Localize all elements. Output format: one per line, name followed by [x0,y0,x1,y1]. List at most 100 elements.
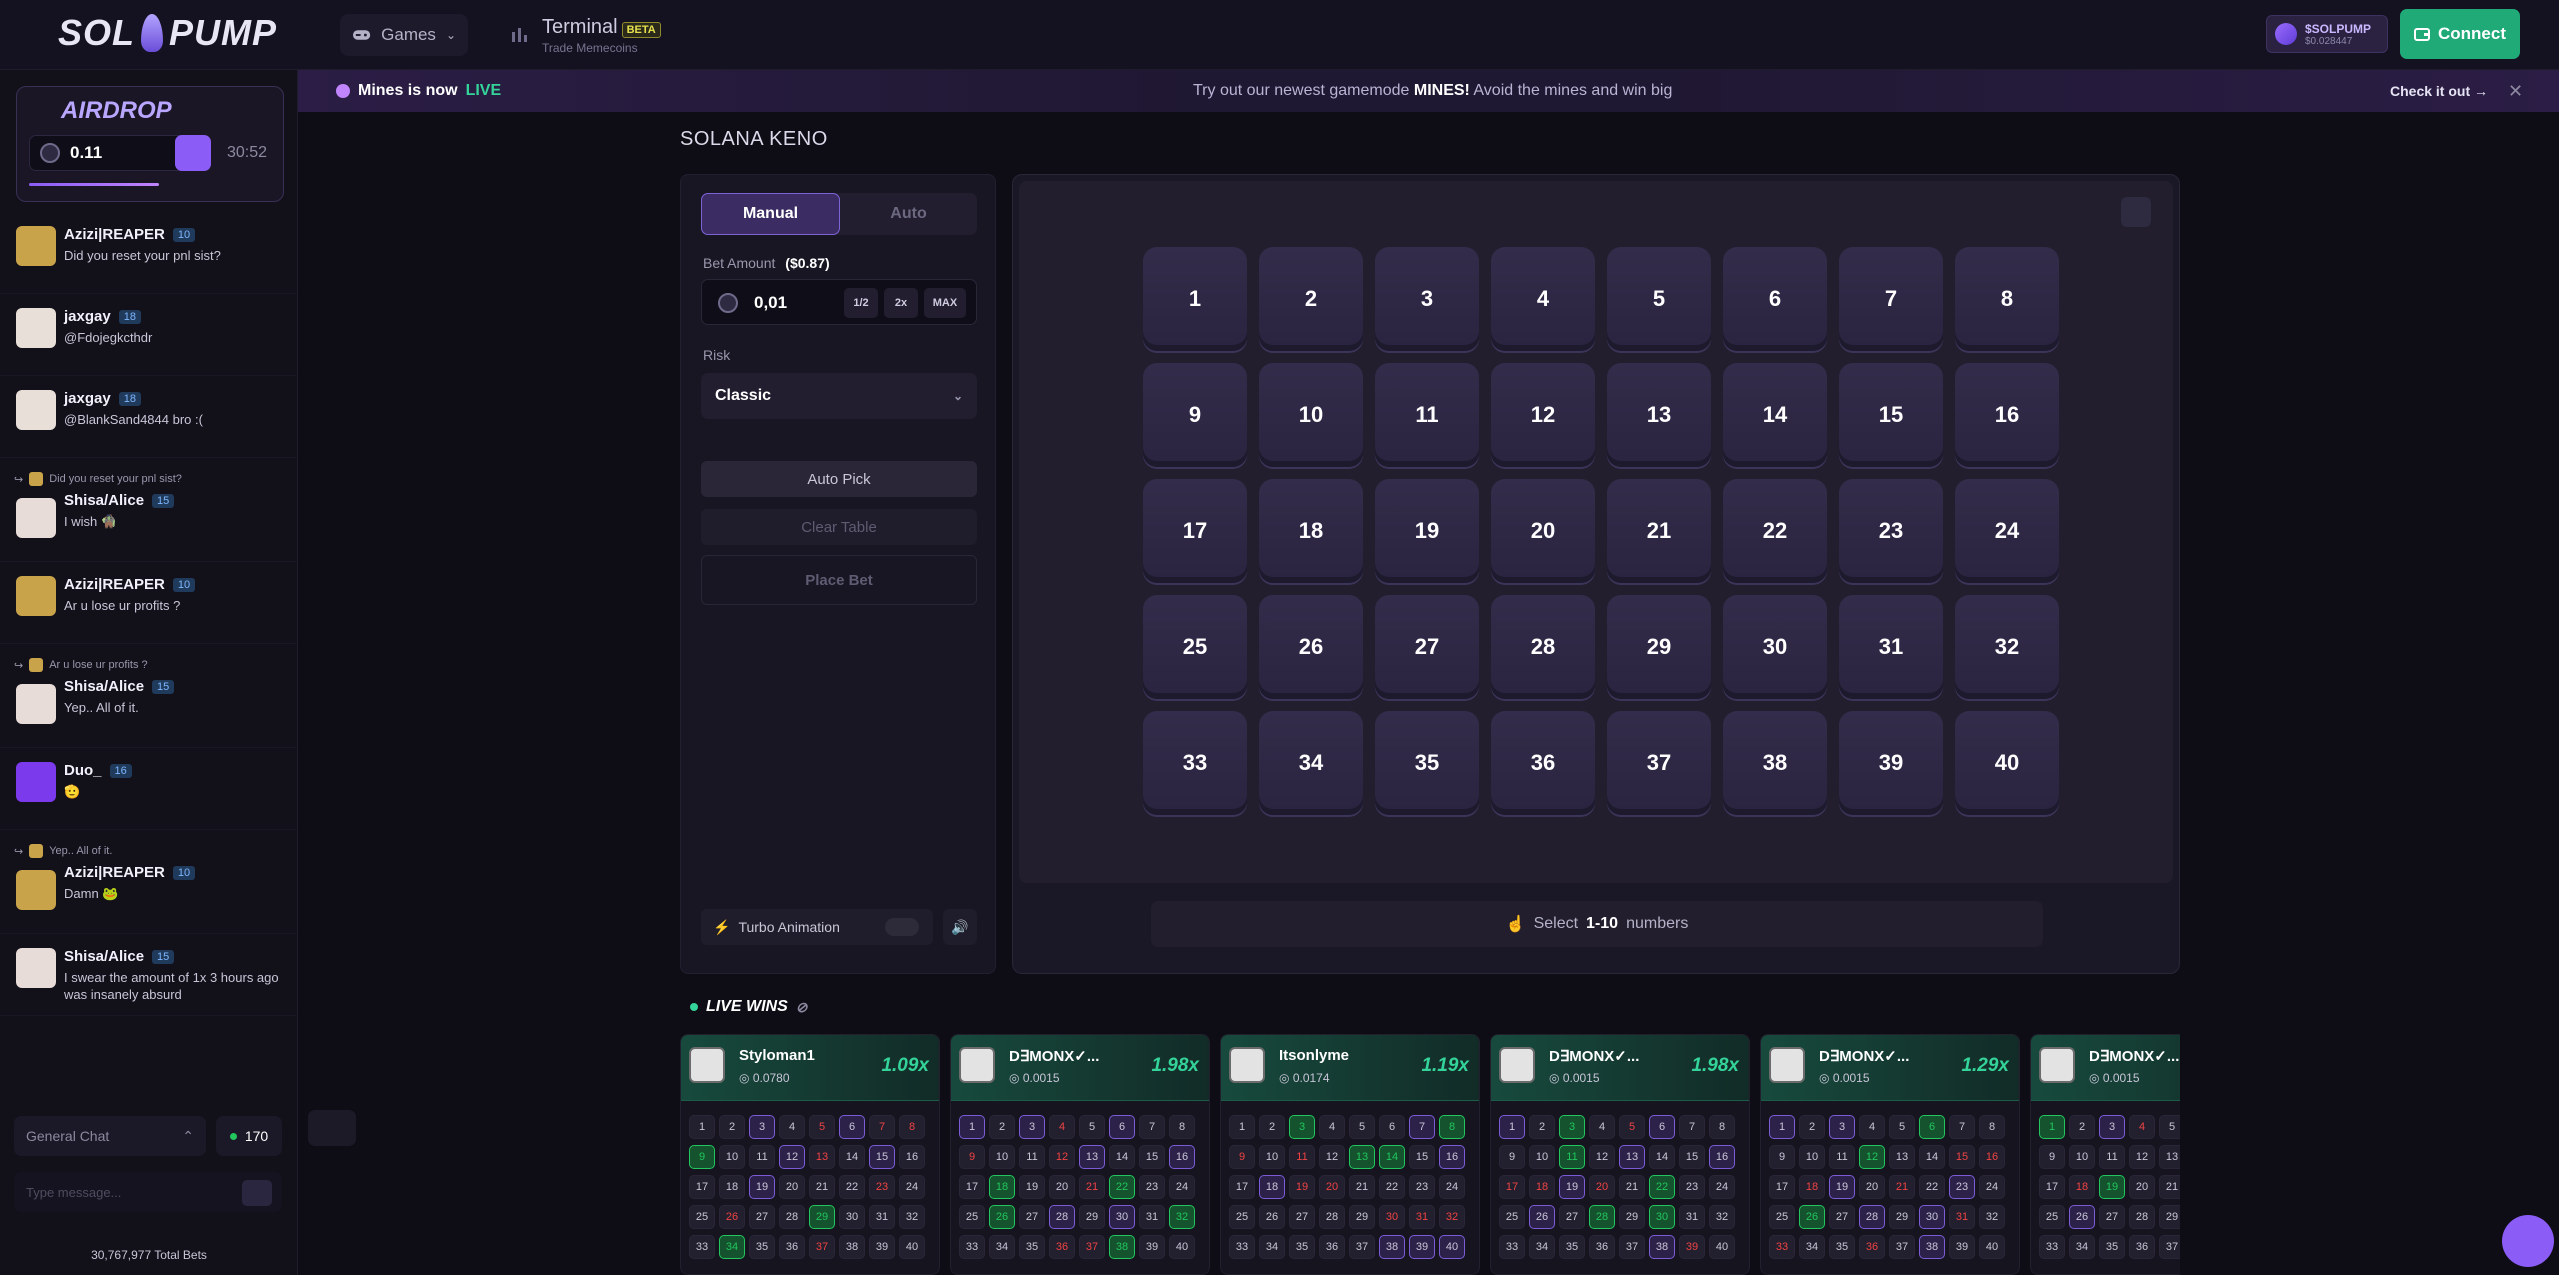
chat-username[interactable]: Shisa/Alice [64,948,144,965]
keno-tile[interactable]: 22 [1723,479,1827,583]
keno-tile[interactable]: 3 [1375,247,1479,351]
keno-tile[interactable]: 15 [1839,363,1943,467]
live-win-card[interactable]: Styloman1 ◎ 0.0780 1.09x 1 2 3 4 5 6 7 8 9 10 11 12 13 1… [680,1034,940,1275]
risk-select[interactable]: Classic ⌄ [701,373,977,419]
mini-tile: 19 [1559,1175,1585,1199]
sound-icon[interactable]: 🔊 [943,909,977,945]
keno-tile[interactable]: 18 [1259,479,1363,583]
mini-tile: 27 [1559,1205,1585,1229]
double-bet-button[interactable]: 2x [884,288,918,318]
mini-board: 1234567891011121314151617181920212223242… [1229,1115,1465,1259]
eye-off-icon[interactable]: ⊘ [796,999,808,1016]
keno-tile[interactable]: 14 [1723,363,1827,467]
tab-manual[interactable]: Manual [701,193,840,235]
chat-username[interactable]: Azizi|REAPER [64,864,165,881]
avatar[interactable] [16,870,56,910]
keno-tile[interactable]: 23 [1839,479,1943,583]
keno-tile[interactable]: 7 [1839,247,1943,351]
keno-tile[interactable]: 36 [1491,711,1595,815]
mini-tile: 18 [1799,1175,1825,1199]
mini-tile: 22 [839,1175,865,1199]
keno-tile[interactable]: 34 [1259,711,1363,815]
keno-tile[interactable]: 40 [1955,711,2059,815]
live-win-card[interactable]: D∃MONX✓... ◎ 0.0015 1.29x 1 2 3 4 5 6 7 8 9 10 11 12 13… [1760,1034,2020,1275]
keno-tile[interactable]: 20 [1491,479,1595,583]
keno-tile[interactable]: 32 [1955,595,2059,699]
keno-tile[interactable]: 26 [1259,595,1363,699]
avatar[interactable] [16,498,56,538]
auto-pick-button[interactable]: Auto Pick [701,461,977,497]
keno-tile[interactable]: 27 [1375,595,1479,699]
half-bet-button[interactable]: 1/2 [844,288,878,318]
keno-tile[interactable]: 29 [1607,595,1711,699]
chat-username[interactable]: Azizi|REAPER [64,226,165,243]
bet-amount-input[interactable]: 0,01 1/2 2x MAX [701,279,977,325]
terminal-link[interactable]: Terminal BETA Trade Memecoins [510,12,661,58]
chat-username[interactable]: Duo_ [64,762,102,779]
chat-username[interactable]: Azizi|REAPER [64,576,165,593]
token-price-chip[interactable]: $SOLPUMP $0.028447 [2266,15,2388,53]
keno-tile[interactable]: 5 [1607,247,1711,351]
keno-tile[interactable]: 38 [1723,711,1827,815]
keno-tile[interactable]: 11 [1375,363,1479,467]
keno-tile[interactable]: 33 [1143,711,1247,815]
toggle-switch[interactable] [885,918,919,936]
avatar[interactable] [16,948,56,988]
avatar[interactable] [16,226,56,266]
keno-tile[interactable]: 31 [1839,595,1943,699]
live-win-card[interactable]: Itsonlyme ◎ 0.0174 1.19x 1 2 3 4 5 6 7 8 9 10 11 12 13 1… [1220,1034,1480,1275]
keno-tile[interactable]: 25 [1143,595,1247,699]
banner-cta-link[interactable]: Check it out → [2390,83,2488,99]
keno-tile[interactable]: 35 [1375,711,1479,815]
turbo-animation-toggle[interactable]: ⚡ Turbo Animation [701,909,933,945]
keno-tile[interactable]: 10 [1259,363,1363,467]
support-chat-icon[interactable] [2502,1215,2554,1267]
keno-tile[interactable]: 2 [1259,247,1363,351]
level-badge: 15 [152,949,175,964]
keno-tile[interactable]: 6 [1723,247,1827,351]
keno-tile[interactable]: 9 [1143,363,1247,467]
mini-tile: 4 [779,1115,805,1139]
keno-tile[interactable]: 8 [1955,247,2059,351]
mini-tile: 19 [1829,1175,1855,1199]
connect-wallet-button[interactable]: Connect [2400,9,2520,59]
tab-auto[interactable]: Auto [840,193,977,235]
keno-tile[interactable]: 39 [1839,711,1943,815]
chat-message: Azizi|REAPER 10 Ar u lose ur profits ? [0,562,298,644]
keno-tile[interactable]: 4 [1491,247,1595,351]
clear-table-button[interactable]: Clear Table [701,509,977,545]
airdrop-claim-button[interactable] [175,135,211,171]
keno-tile[interactable]: 37 [1607,711,1711,815]
chat-username[interactable]: Shisa/Alice [64,678,144,695]
keno-tile[interactable]: 16 [1955,363,2059,467]
live-win-card[interactable]: D∃MONX✓... ◎ 0.0015 1.98x 1 2 3 4 5 6 7 8 9 10 11 12 13… [950,1034,1210,1275]
avatar[interactable] [16,684,56,724]
keno-tile[interactable]: 21 [1607,479,1711,583]
shield-icon[interactable] [2121,197,2151,227]
keno-tile[interactable]: 12 [1491,363,1595,467]
keno-tile[interactable]: 1 [1143,247,1247,351]
chat-username[interactable]: Shisa/Alice [64,492,144,509]
keno-tile[interactable]: 30 [1723,595,1827,699]
chat-channel-select[interactable]: General Chat ⌃ [14,1116,206,1156]
avatar[interactable] [16,390,56,430]
avatar[interactable] [16,576,56,616]
keno-tile[interactable]: 24 [1955,479,2059,583]
max-bet-button[interactable]: MAX [924,288,966,318]
chat-toggle-icon[interactable] [308,1110,356,1146]
logo[interactable]: SOL PUMP [58,10,277,56]
close-icon[interactable]: ✕ [2508,81,2523,102]
keno-tile[interactable]: 28 [1491,595,1595,699]
avatar[interactable] [16,308,56,348]
live-win-card[interactable]: D∃MONX✓...◎ 0.00151234567891011121314151… [2030,1034,2180,1275]
keno-tile[interactable]: 19 [1375,479,1479,583]
place-bet-button[interactable]: Place Bet [701,555,977,605]
games-dropdown[interactable]: Games ⌄ [340,14,468,56]
keno-tile[interactable]: 13 [1607,363,1711,467]
chat-username[interactable]: jaxgay [64,308,111,325]
chat-username[interactable]: jaxgay [64,390,111,407]
send-icon[interactable] [242,1180,272,1206]
keno-tile[interactable]: 17 [1143,479,1247,583]
live-win-card[interactable]: D∃MONX✓... ◎ 0.0015 1.98x 1 2 3 4 5 6 7 8 9 10 11 12 13… [1490,1034,1750,1275]
avatar[interactable] [16,762,56,802]
